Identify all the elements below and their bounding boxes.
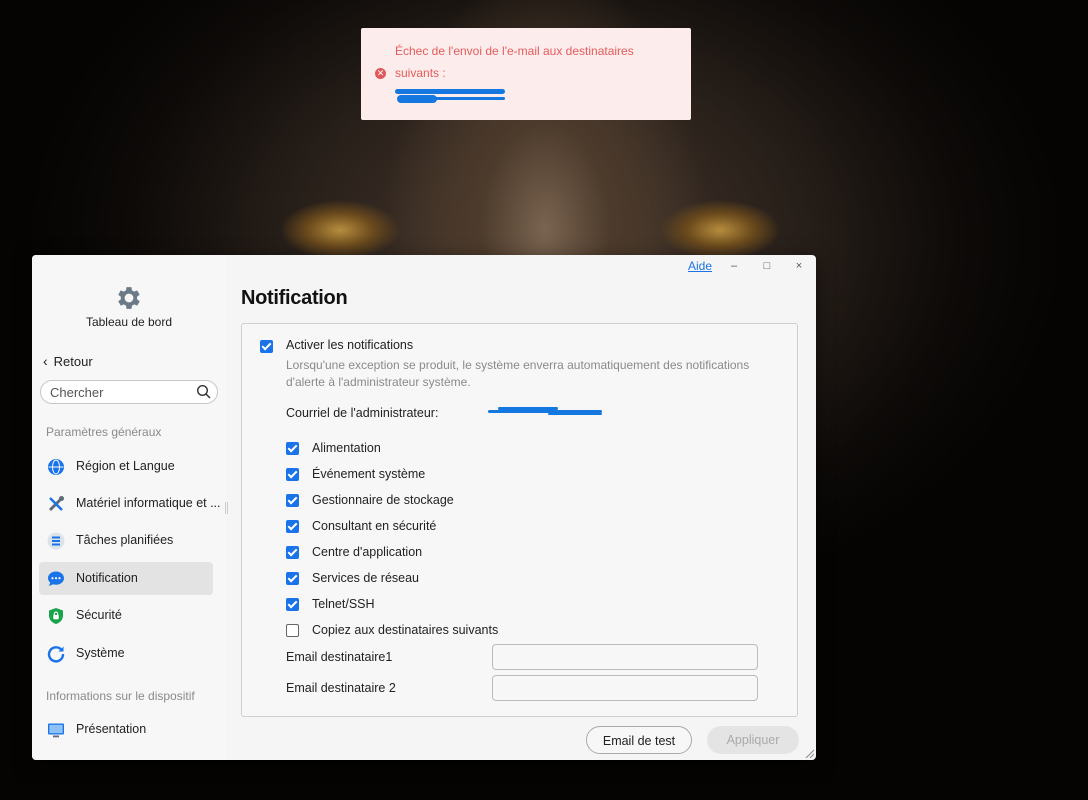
category-checkbox-storage[interactable]: [286, 494, 299, 507]
sidebar-item-label: Système: [76, 646, 125, 660]
search-icon[interactable]: [196, 384, 212, 400]
refresh-icon: [47, 646, 65, 663]
tools-icon: [48, 496, 64, 512]
back-link[interactable]: ‹ Retour: [43, 353, 93, 369]
sidebar-item-label: Tâches planifiées: [76, 533, 174, 547]
category-checkbox-system-event[interactable]: [286, 468, 299, 481]
tasks-icon: [47, 532, 65, 550]
category-label: Événement système: [312, 467, 426, 481]
recipient2-input[interactable]: [492, 675, 758, 701]
category-checkbox-power[interactable]: [286, 442, 299, 455]
page-title: Notification: [241, 287, 348, 309]
sidebar-item-security[interactable]: Sécurité: [39, 599, 213, 632]
admin-email-label: Courriel de l'administrateur:: [286, 406, 439, 420]
test-email-button[interactable]: Email de test: [586, 726, 692, 754]
chat-bubble-icon: [48, 571, 64, 586]
category-checkbox-telnet[interactable]: [286, 598, 299, 611]
recipient2-label: Email destinataire 2: [286, 681, 396, 695]
category-label: Consultant en sécurité: [312, 519, 437, 533]
sidebar-item-notification[interactable]: Notification: [39, 562, 213, 595]
error-toast: ✕ Échec de l'envoi de l'e-mail aux desti…: [361, 28, 691, 120]
sidebar-item-label: Sécurité: [76, 608, 122, 622]
dashboard-label[interactable]: Tableau de bord: [32, 315, 226, 329]
category-checkbox-app-center[interactable]: [286, 546, 299, 559]
category-label: Centre d'application: [312, 545, 423, 559]
sidebar-item-label: Matériel informatique et ...: [76, 496, 221, 510]
minimize-button[interactable]: –: [724, 258, 744, 274]
redacted-admin-email: [488, 406, 604, 418]
recipient1-input[interactable]: [492, 644, 758, 670]
sidebar-item-hardware[interactable]: Matériel informatique et ...: [39, 487, 221, 520]
gear-icon[interactable]: [114, 283, 144, 313]
resize-grip-icon[interactable]: [804, 748, 814, 758]
category-label: Gestionnaire de stockage: [312, 493, 454, 507]
search-box: [40, 380, 218, 404]
back-label: Retour: [53, 354, 93, 369]
copy-recipients-label: Copiez aux destinataires suivants: [312, 623, 499, 637]
category-checkbox-network[interactable]: [286, 572, 299, 585]
sidebar: Tableau de bord ‹ Retour Paramètres génér…: [32, 255, 226, 760]
search-input[interactable]: [48, 384, 192, 401]
sidebar-item-tasks[interactable]: Tâches planifiées: [39, 524, 213, 557]
settings-window: Tableau de bord ‹ Retour Paramètres génér…: [32, 255, 816, 760]
recipient1-label: Email destinataire1: [286, 650, 393, 664]
sidebar-item-presentation[interactable]: Présentation: [39, 713, 213, 746]
copy-recipients-checkbox[interactable]: [286, 624, 299, 637]
category-label: Alimentation: [312, 441, 381, 455]
error-icon: ✕: [375, 68, 386, 79]
toast-message: Échec de l'envoi de l'e-mail aux destina…: [395, 44, 634, 80]
category-label: Telnet/SSH: [312, 597, 375, 611]
enable-description: Lorsqu'une exception se produit, le syst…: [286, 358, 750, 389]
notification-panel: Activer les notifications Lorsqu'une exc…: [241, 323, 798, 717]
sidebar-resize-handle[interactable]: [225, 502, 228, 514]
apply-button[interactable]: Appliquer: [707, 726, 799, 754]
monitor-icon: [48, 723, 64, 738]
sidebar-item-label: Présentation: [76, 722, 147, 736]
enable-notifications-label: Activer les notifications: [286, 338, 414, 352]
enable-notifications-checkbox[interactable]: [260, 340, 273, 353]
sidebar-item-region[interactable]: Région et Langue: [39, 450, 213, 483]
chevron-left-icon: ‹: [43, 353, 48, 369]
globe-icon: [48, 459, 64, 475]
sidebar-item-label: Région et Langue: [76, 459, 175, 473]
close-button[interactable]: ×: [789, 258, 809, 274]
category-label: Services de réseau: [312, 571, 420, 585]
section-general-header: Paramètres généraux: [46, 425, 162, 439]
help-link[interactable]: Aide: [688, 259, 712, 273]
maximize-button[interactable]: □: [757, 258, 777, 274]
sidebar-item-label: Notification: [76, 571, 138, 585]
sidebar-item-system[interactable]: Système: [39, 637, 213, 670]
section-device-header: Informations sur le dispositif: [46, 689, 195, 703]
shield-icon: [49, 608, 63, 624]
redacted-email: [395, 85, 509, 107]
category-checkbox-security[interactable]: [286, 520, 299, 533]
